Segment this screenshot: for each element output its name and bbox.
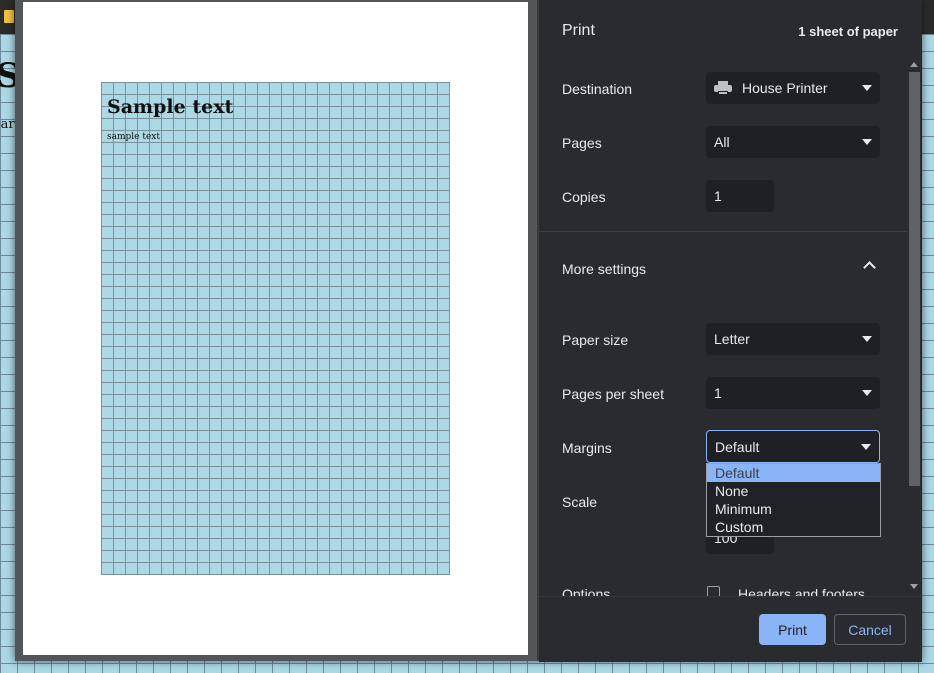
sheet-count: 1 sheet of paper (798, 24, 898, 39)
chevron-up-icon[interactable] (863, 261, 876, 274)
print-preview: Sample text sample text (15, 0, 537, 661)
chevron-down-icon (862, 336, 872, 342)
more-settings-toggle[interactable]: More settings (562, 261, 646, 277)
preview-title: Sample text (107, 96, 234, 118)
preview-subtitle: sample text (107, 132, 160, 142)
scrollbar-thumb[interactable] (909, 72, 920, 486)
scroll-down-icon[interactable] (910, 584, 918, 589)
pages-per-sheet-label: Pages per sheet (562, 386, 664, 402)
pages-per-sheet-select[interactable]: 1 (706, 377, 880, 409)
scroll-up-icon[interactable] (910, 62, 918, 67)
print-dialog: Sample text sample text Print 1 sheet of… (15, 0, 922, 662)
pages-per-sheet-value: 1 (714, 385, 722, 401)
preview-page: Sample text sample text (23, 2, 528, 655)
margins-label: Margins (562, 440, 612, 456)
dialog-footer: Print Cancel (539, 596, 922, 662)
printer-icon (714, 81, 732, 95)
chevron-down-icon (862, 390, 872, 396)
headers-footers-checkbox[interactable] (707, 586, 720, 596)
copies-input[interactable]: 1 (706, 180, 774, 212)
folder-icon (4, 10, 14, 23)
destination-value: House Printer (742, 80, 828, 96)
pages-select[interactable]: All (706, 126, 880, 158)
margins-value: Default (715, 438, 760, 455)
chevron-down-icon (862, 139, 872, 145)
pages-label: Pages (562, 135, 602, 151)
margins-select[interactable]: Default (706, 430, 880, 463)
margins-option-minimum[interactable]: Minimum (707, 500, 880, 518)
paper-size-select[interactable]: Letter (706, 323, 880, 355)
background-text: sar (0, 117, 15, 132)
paper-size-value: Letter (714, 331, 750, 347)
chevron-down-icon (862, 85, 872, 91)
destination-label: Destination (562, 81, 633, 97)
paper-size-label: Paper size (562, 332, 629, 348)
preview-content: Sample text sample text (101, 82, 450, 575)
chevron-down-icon (861, 444, 871, 450)
margins-option-custom[interactable]: Custom (707, 518, 880, 536)
headers-footers-label[interactable]: Headers and footers (738, 586, 865, 596)
divider (539, 231, 907, 232)
pages-value: All (714, 134, 730, 150)
print-button[interactable]: Print (759, 614, 826, 645)
copies-label: Copies (562, 189, 606, 205)
destination-select[interactable]: House Printer (706, 72, 880, 104)
dialog-title: Print (562, 22, 595, 39)
margins-dropdown: Default None Minimum Custom (706, 463, 881, 537)
margins-option-default[interactable]: Default (707, 464, 880, 482)
scale-label: Scale (562, 494, 598, 510)
print-settings-panel: Print 1 sheet of paper Destination House… (539, 0, 922, 662)
cancel-button[interactable]: Cancel (834, 614, 906, 645)
margins-option-none[interactable]: None (707, 482, 880, 500)
options-label: Options (562, 586, 611, 596)
